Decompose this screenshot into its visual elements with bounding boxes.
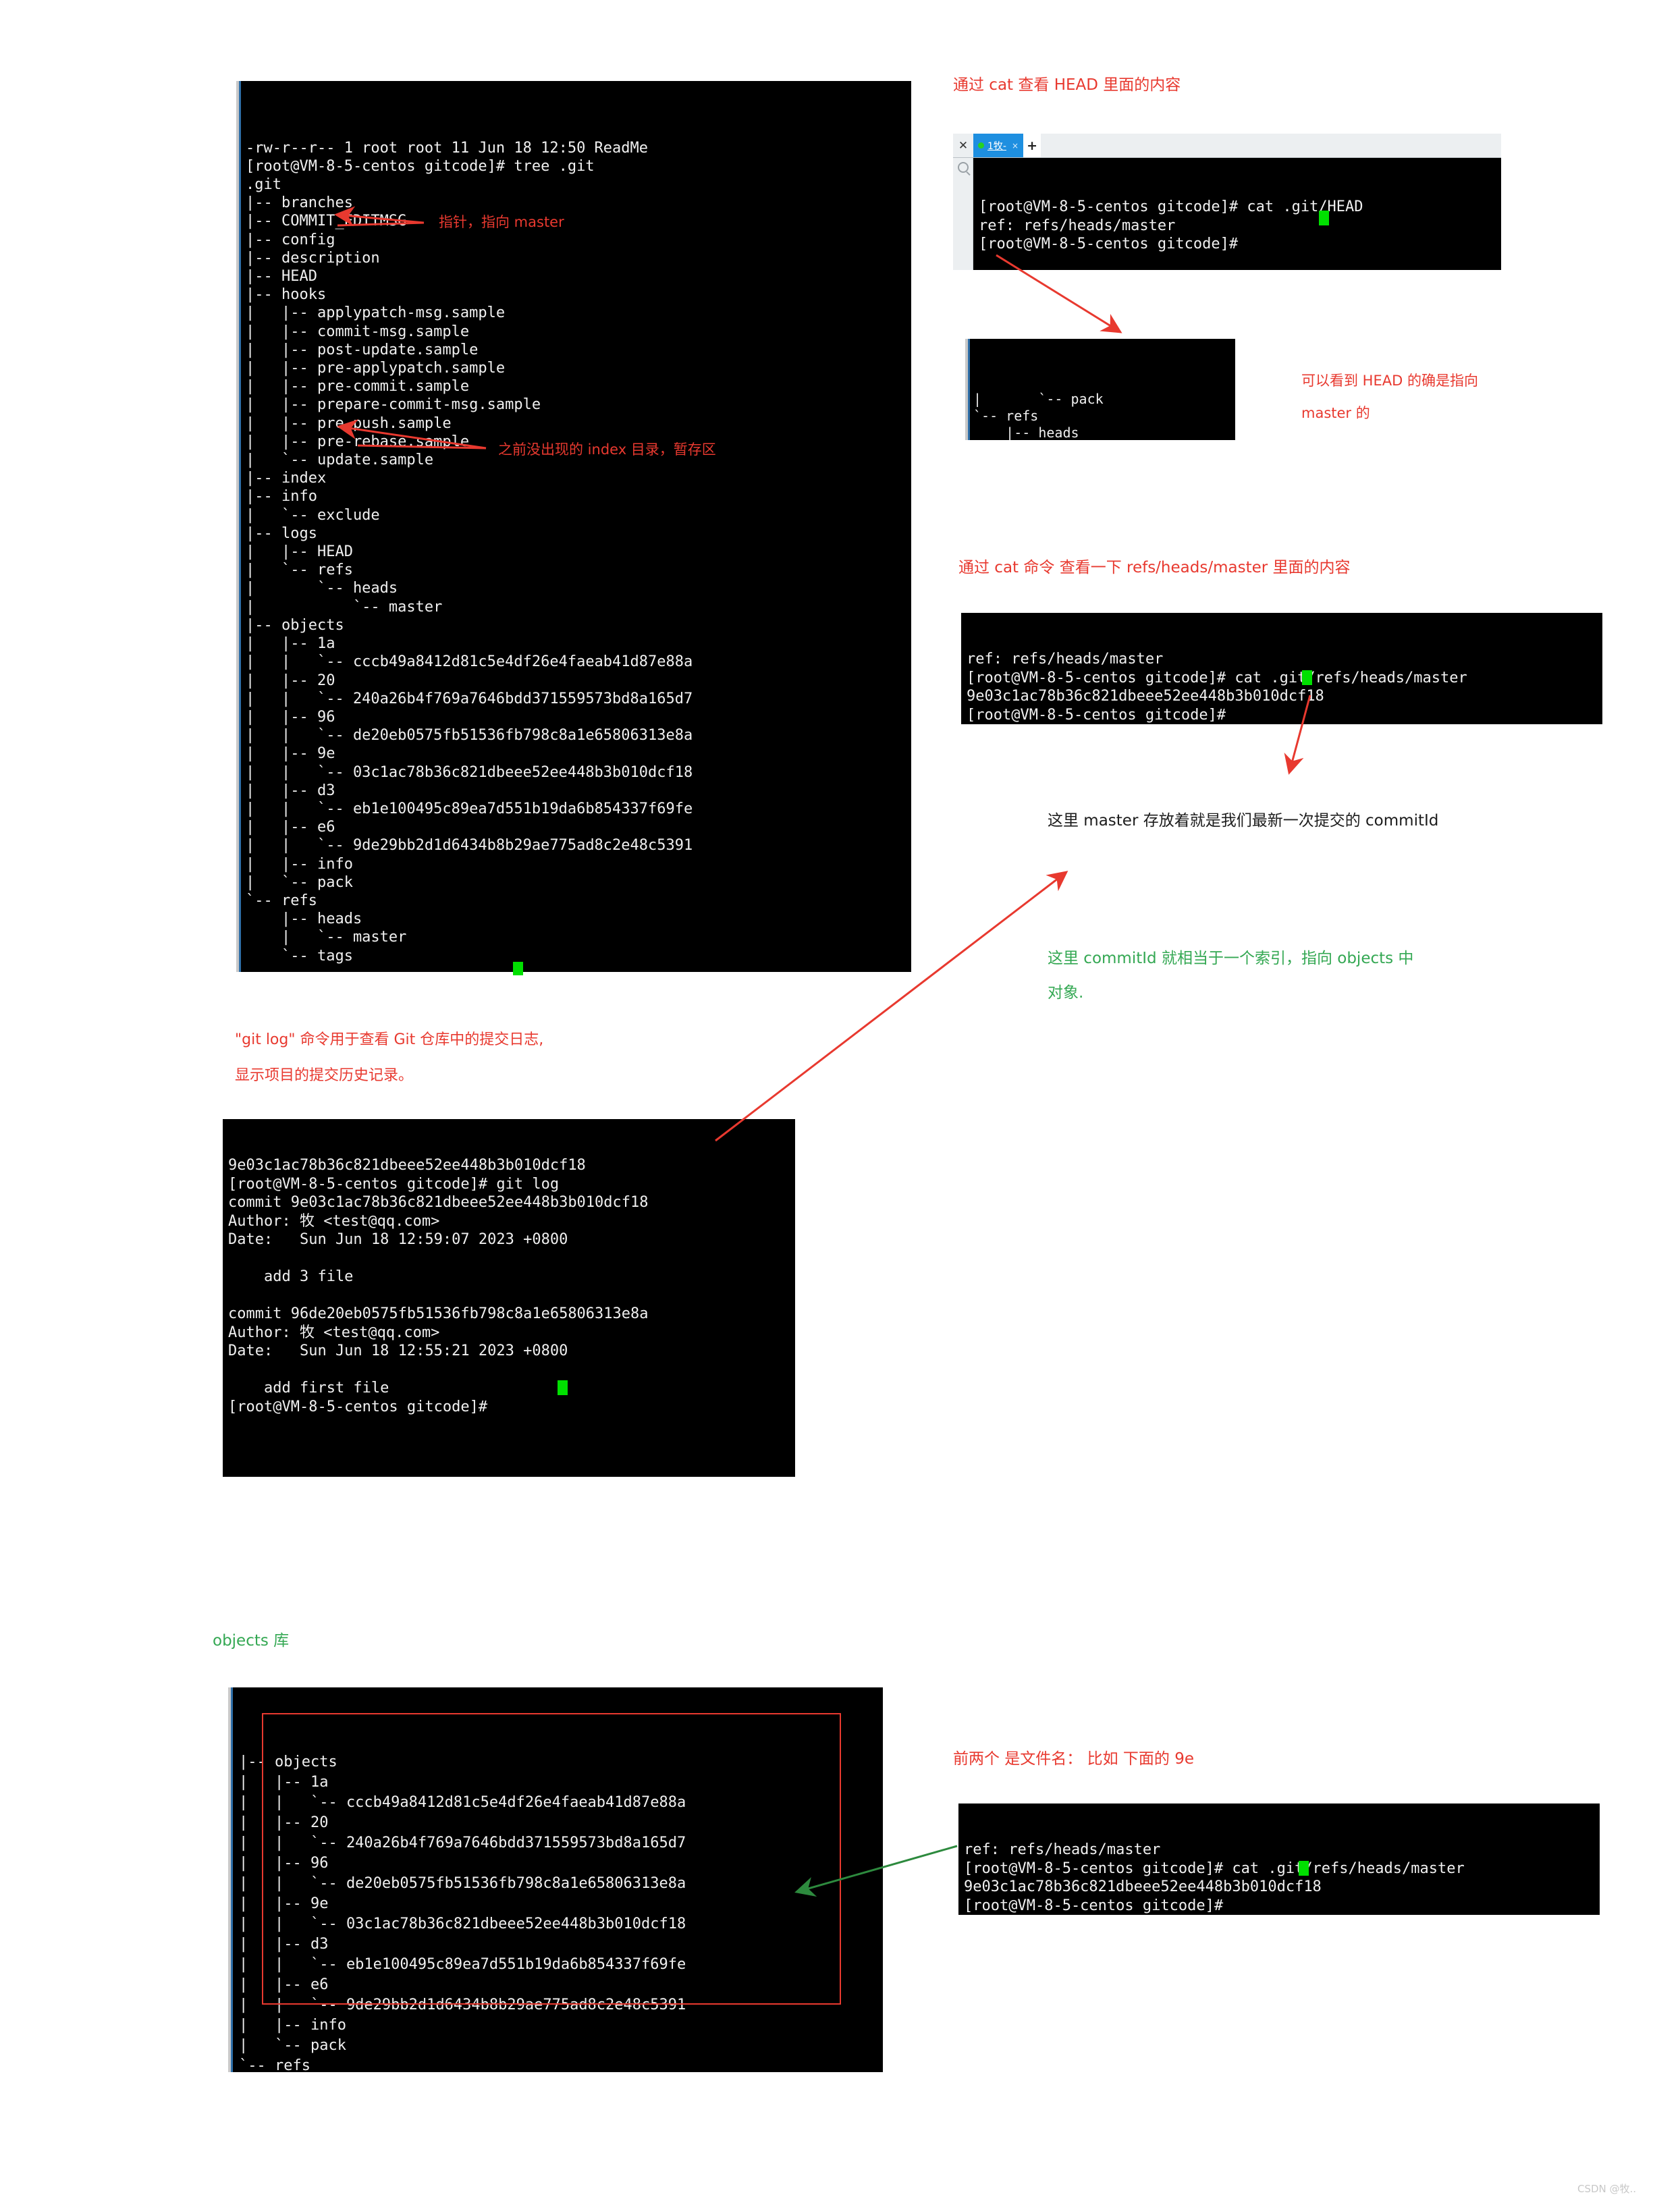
annotation-head-points-master: 可以看到 HEAD 的确是指向 master 的 [1301, 373, 1478, 422]
annotation-cat-master-title: 通过 cat 命令 查看一下 refs/heads/master 里面的内容 [958, 559, 1351, 576]
terminal-cat-master-cursor [1302, 670, 1312, 685]
terminal-cat-master-bottom-text: ref: refs/heads/master [root@VM-8-5-cent… [964, 1841, 1465, 1914]
terminal-cat-head-side-gutter [953, 158, 973, 270]
annotation-head-pointer: 指针，指向 master [439, 214, 564, 230]
screenshot-root: -rw-r--r-- 1 root root 11 Jun 18 12:50 R… [0, 0, 1680, 2197]
terminal-tree-git-text: -rw-r--r-- 1 root root 11 Jun 18 12:50 R… [246, 139, 693, 965]
terminal-refs-fragment[interactable]: | `-- pack `-- refs |-- heads | `-- mast… [965, 339, 1235, 440]
annotation-cat-head-title: 通过 cat 查看 HEAD 里面的内容 [953, 76, 1181, 94]
terminal-tree-git[interactable]: -rw-r--r-- 1 root root 11 Jun 18 12:50 R… [236, 81, 911, 972]
new-tab-button[interactable]: + [1023, 134, 1041, 157]
terminal-scroll-strip[interactable] [236, 81, 242, 972]
terminal-cat-head-tabbar[interactable]: ✕ 1牧- × + [953, 134, 1501, 158]
terminal-cat-master-text: ref: refs/heads/master [root@VM-8-5-cent… [967, 651, 1467, 724]
terminal-cat-master[interactable]: ref: refs/heads/master [root@VM-8-5-cent… [961, 613, 1602, 724]
search-icon[interactable] [958, 162, 969, 173]
terminal-cat-head[interactable]: [root@VM-8-5-centos gitcode]# cat .git/H… [973, 158, 1501, 270]
terminal-tab-1[interactable]: 1牧- × [973, 134, 1024, 157]
annotation-commitid-is-index: 这里 commitId 就相当于一个索引，指向 objects 中 对象. [1048, 950, 1414, 1002]
terminal-tree-git-cursor [513, 962, 523, 975]
terminal-objects-tree-scroll-strip[interactable] [228, 1687, 234, 2072]
terminal-cat-master-bottom[interactable]: ref: refs/heads/master [root@VM-8-5-cent… [958, 1803, 1600, 1915]
terminal-cat-master-bottom-cursor [1299, 1861, 1309, 1876]
window-close-icon[interactable]: ✕ [953, 134, 973, 157]
terminal-git-log[interactable]: 9e03c1ac78b36c821dbeee52ee448b3b010dcf18… [223, 1119, 795, 1477]
annotation-git-log-desc: "git log" 命令用于查看 Git 仓库中的提交日志, 显示项目的提交历史… [235, 1031, 544, 1084]
tab-status-dot [978, 142, 984, 148]
terminal-refs-fragment-text: | `-- pack `-- refs |-- heads | `-- mast… [973, 391, 1104, 440]
tab-label: 1牧- [987, 140, 1006, 152]
annotation-index-dir: 之前没出现的 index 目录，暂存区 [498, 441, 716, 458]
tab-close-icon[interactable]: × [1012, 141, 1019, 151]
terminal-git-log-cursor [558, 1380, 568, 1395]
csdn-watermark: CSDN @牧.. [1577, 2183, 1637, 2195]
annotation-master-stores-commitid: 这里 master 存放着就是我们最新一次提交的 commitId [1048, 812, 1439, 830]
terminal-git-log-text: 9e03c1ac78b36c821dbeee52ee448b3b010dcf18… [228, 1157, 649, 1415]
objects-highlight-box [262, 1713, 841, 2005]
annotation-first-two-filename: 前两个 是文件名： 比如 下面的 9e [953, 1750, 1195, 1768]
terminal-cat-head-text: [root@VM-8-5-centos gitcode]# cat .git/H… [979, 198, 1363, 252]
annotation-objects-lib: objects 库 [213, 1632, 290, 1650]
terminal-cat-head-cursor [1319, 211, 1329, 225]
terminal-refs-fragment-scroll-strip[interactable] [965, 339, 971, 440]
